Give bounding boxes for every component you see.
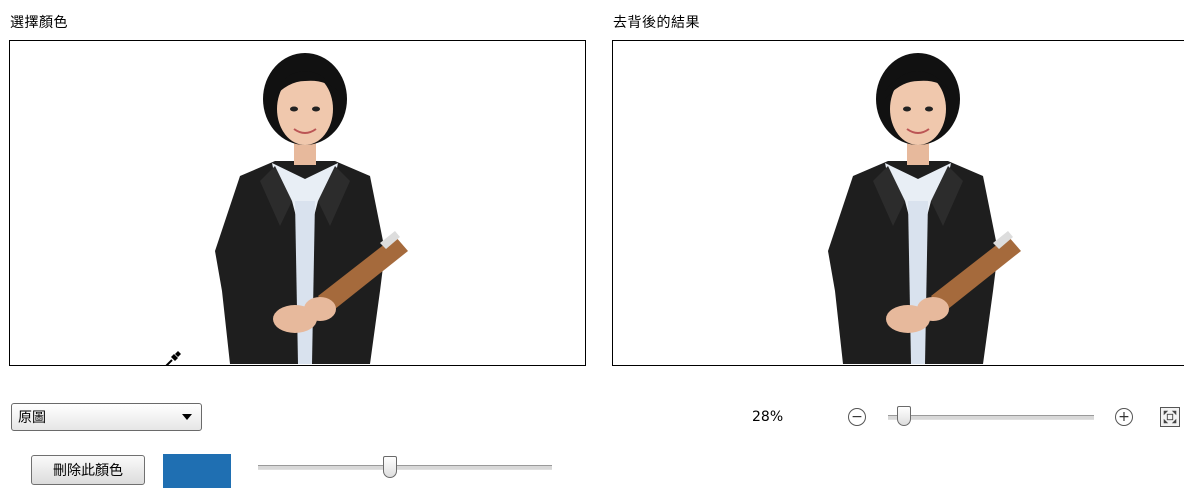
tolerance-slider-track[interactable]: [258, 465, 552, 470]
result-image-canvas[interactable]: [612, 40, 1184, 366]
fit-to-window-icon[interactable]: [1160, 407, 1180, 427]
eyedropper-icon: [165, 351, 181, 365]
zoom-slider-thumb[interactable]: [897, 406, 912, 426]
fit-to-window-glyph: [1163, 410, 1177, 424]
selected-color-swatch[interactable]: [163, 454, 231, 488]
result-title: 去背後的結果: [613, 15, 700, 31]
chevron-down-icon: [182, 414, 192, 420]
person-photo: [215, 53, 408, 364]
person-photo-result: [828, 53, 1021, 364]
view-mode-value: 原圖: [18, 410, 46, 426]
zoom-slider-track[interactable]: [888, 415, 1094, 420]
view-mode-dropdown[interactable]: 原圖: [11, 403, 202, 431]
zoom-level-label: 28%: [752, 409, 784, 425]
tolerance-slider-thumb[interactable]: [383, 456, 398, 478]
delete-color-button[interactable]: 刪除此顏色: [31, 455, 145, 485]
select-color-title: 選擇顏色: [10, 15, 68, 31]
source-image-canvas[interactable]: [9, 40, 586, 366]
plus-circle-icon[interactable]: +: [1115, 408, 1133, 426]
minus-circle-icon[interactable]: −: [848, 408, 866, 426]
